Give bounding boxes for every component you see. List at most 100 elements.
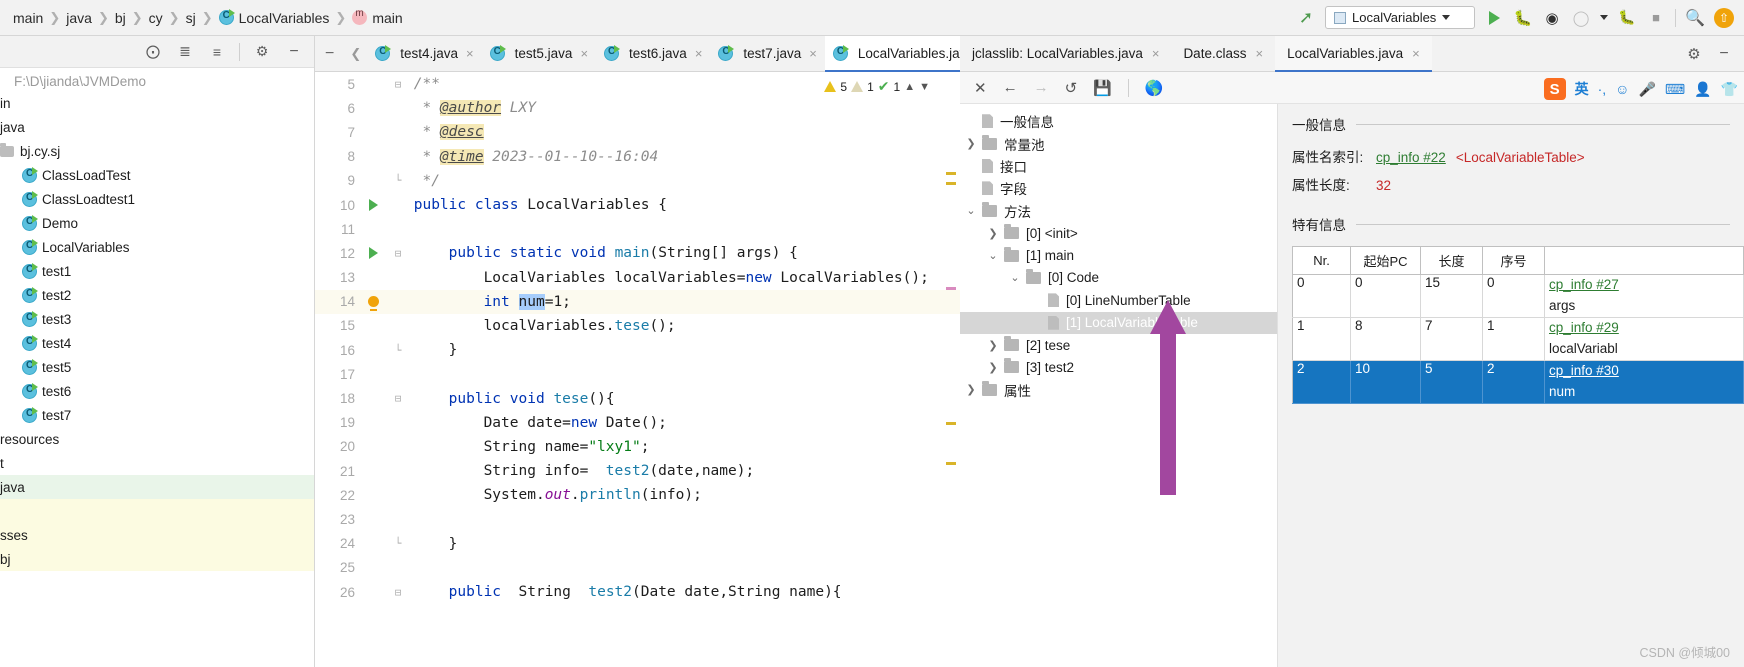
editor-tab[interactable]: test5.java ×	[482, 36, 596, 71]
code-line[interactable]: 16 └ }	[315, 338, 960, 362]
scroll-tabs-left-icon[interactable]: ❮	[344, 36, 367, 71]
bytecode-tree-item[interactable]: 一般信息	[960, 110, 1277, 132]
code-fold-toggle[interactable]: └	[391, 344, 405, 357]
table-column-header[interactable]: Nr.	[1292, 246, 1351, 275]
update-icon[interactable]: ⇧	[1714, 7, 1734, 28]
table-row[interactable]: 1 8 7 1 cp_info #29 localVariabl	[1292, 317, 1744, 361]
code-line[interactable]: 19 Date date=new Date();	[315, 411, 960, 435]
code-line[interactable]: 14 int num=1;	[315, 289, 960, 314]
microphone-icon[interactable]: 🎤	[1638, 81, 1655, 98]
ime-mode-label[interactable]: 英	[1575, 79, 1589, 99]
editor-tab[interactable]: test6.java ×	[596, 36, 710, 71]
code-line[interactable]: 10 public class LocalVariables {	[315, 193, 960, 217]
chevron-right-icon[interactable]: ❯	[982, 361, 1004, 374]
bytecode-tree-item[interactable]: ❯ [3] test2	[960, 356, 1277, 378]
forward-icon[interactable]: →	[1034, 79, 1049, 96]
minimize-icon[interactable]: −	[1714, 44, 1734, 64]
code-line[interactable]: 20 String name="lxy1";	[315, 435, 960, 459]
project-tree-item[interactable]: test6	[0, 379, 314, 403]
browse-icon[interactable]: 🌎	[1145, 79, 1164, 97]
hide-panel-icon[interactable]: −	[315, 36, 344, 71]
hammer-icon[interactable]: ➚	[1296, 8, 1316, 28]
bytecode-tree[interactable]: 一般信息 ❯ 常量池 接口 字段 ⌄ 方法 ❯ [0] <init> ⌄ [1] main ⌄ [0] …	[960, 104, 1278, 667]
project-tree-item[interactable]: resources	[0, 427, 314, 451]
close-icon[interactable]: ×	[1152, 46, 1160, 61]
project-tree-item[interactable]: ClassLoadTest	[0, 163, 314, 187]
project-tree-item[interactable]: ClassLoadtest1	[0, 187, 314, 211]
code-line[interactable]: 26 ⊟ public String test2(Date date,String…	[315, 580, 960, 604]
jclasslib-tab[interactable]: Date.class ×	[1171, 36, 1275, 71]
back-icon[interactable]: ←	[1003, 79, 1018, 96]
project-tree-item[interactable]: java	[0, 115, 314, 139]
table-column-header[interactable]: 序号	[1482, 246, 1545, 275]
bytecode-tree-item[interactable]: ❯ 常量池	[960, 132, 1277, 154]
close-icon[interactable]: ✕	[974, 79, 987, 97]
project-tree-item[interactable]: test1	[0, 259, 314, 283]
code-line[interactable]: 18 ⊟ public void tese(){	[315, 386, 960, 410]
collapse-all-icon[interactable]: ≡	[207, 42, 227, 62]
bytecode-tree-item[interactable]: ⌄ [1] main	[960, 244, 1277, 266]
chevron-down-icon[interactable]: ⌄	[982, 249, 1004, 262]
chevron-down-icon[interactable]: ⌄	[1004, 271, 1026, 284]
code-line[interactable]: 24 └ }	[315, 532, 960, 556]
local-variable-table[interactable]: Nr. 起始PC 长度 序号 0 0 15 0 cp_info #27 args 1 8 7 1 cp_i…	[1292, 246, 1744, 404]
breadcrumb-item-0[interactable]: main	[8, 10, 48, 26]
locate-icon[interactable]: ⨀	[143, 42, 163, 62]
code-lines[interactable]: 5 ⊟ /** 6 * @author LXY 7 * @desc 8 * @time …	[315, 72, 960, 667]
code-line[interactable]: 6 * @author LXY	[315, 96, 960, 120]
project-tree-item[interactable]	[0, 499, 314, 523]
bytecode-tree-item[interactable]: ⌄ 方法	[960, 200, 1277, 222]
chevron-down-icon[interactable]: ⌄	[960, 204, 982, 217]
code-fold-toggle[interactable]: ⊟	[391, 78, 405, 91]
code-fold-toggle[interactable]: ⊟	[391, 247, 405, 260]
cp-info-link[interactable]: cp_info #22	[1376, 150, 1446, 165]
code-fold-toggle[interactable]: ⊟	[391, 586, 405, 599]
bytecode-tree-item[interactable]: ❯ [2] tese	[960, 334, 1277, 356]
keyboard-icon[interactable]: ⌨	[1665, 81, 1685, 98]
breadcrumb-item-3[interactable]: cy	[144, 10, 168, 26]
editor-tab[interactable]: LocalVariables.java×	[824, 36, 960, 72]
attach-debugger-icon[interactable]: 🐛	[1617, 8, 1637, 28]
close-icon[interactable]: ×	[695, 46, 703, 61]
project-tree-item[interactable]: test2	[0, 283, 314, 307]
code-line[interactable]: 8 * @time 2023--01--10--16:04	[315, 145, 960, 169]
project-tree-item[interactable]: t	[0, 451, 314, 475]
breadcrumb-item-4[interactable]: sj	[181, 10, 201, 26]
bytecode-tree-item[interactable]: [0] LineNumberTable	[960, 289, 1277, 311]
gear-icon[interactable]: ⚙	[252, 42, 272, 62]
code-line[interactable]: 23	[315, 507, 960, 531]
cp-info-link[interactable]: cp_info #30	[1549, 361, 1729, 382]
code-fold-toggle[interactable]: └	[391, 174, 405, 187]
sogou-logo-icon[interactable]: S	[1543, 78, 1566, 100]
skin-icon[interactable]: 👕	[1721, 81, 1738, 98]
code-fold-toggle[interactable]: └	[391, 537, 405, 550]
jclasslib-tab[interactable]: LocalVariables.java ×	[1275, 36, 1432, 72]
project-tree-item[interactable]: test5	[0, 355, 314, 379]
project-tree-item[interactable]: sses	[0, 523, 314, 547]
code-line[interactable]: 22 System.out.println(info);	[315, 483, 960, 507]
project-tree-item[interactable]: in	[0, 91, 314, 115]
search-icon[interactable]: 🔍	[1685, 8, 1705, 28]
bytecode-tree-item[interactable]: 接口	[960, 155, 1277, 177]
project-tree-item[interactable]: java	[0, 475, 314, 499]
cp-info-link[interactable]: cp_info #27	[1549, 275, 1729, 296]
contact-icon[interactable]: 👤	[1694, 81, 1711, 98]
code-line[interactable]: 21 String info= test2(date,name);	[315, 459, 960, 483]
code-line[interactable]: 15 localVariables.tese();	[315, 314, 960, 338]
stop-icon[interactable]: ■	[1646, 8, 1666, 28]
code-line[interactable]: 12 ⊟ public static void main(String[] arg…	[315, 241, 960, 265]
previous-problem-icon[interactable]: ▲	[904, 81, 915, 93]
code-fold-toggle[interactable]: ⊟	[391, 392, 405, 405]
bytecode-tree-item[interactable]: ⌄ [0] Code	[960, 267, 1277, 289]
run-coverage-icon[interactable]: ◉	[1542, 8, 1562, 28]
project-tree-item[interactable]: test7	[0, 403, 314, 427]
close-icon[interactable]: ×	[1255, 46, 1263, 61]
bytecode-tree-item[interactable]: [1] LocalVariableTable	[960, 311, 1277, 334]
intention-bulb-icon[interactable]	[355, 296, 391, 312]
punctuation-icon[interactable]: ·,	[1598, 81, 1607, 97]
project-tree-item[interactable]: Demo	[0, 211, 314, 235]
table-column-header[interactable]: 长度	[1420, 246, 1483, 275]
project-tree-item[interactable]: test4	[0, 331, 314, 355]
table-row[interactable]: 2 10 5 2 cp_info #30 num	[1292, 360, 1744, 404]
emoji-icon[interactable]: ☺	[1615, 81, 1629, 97]
